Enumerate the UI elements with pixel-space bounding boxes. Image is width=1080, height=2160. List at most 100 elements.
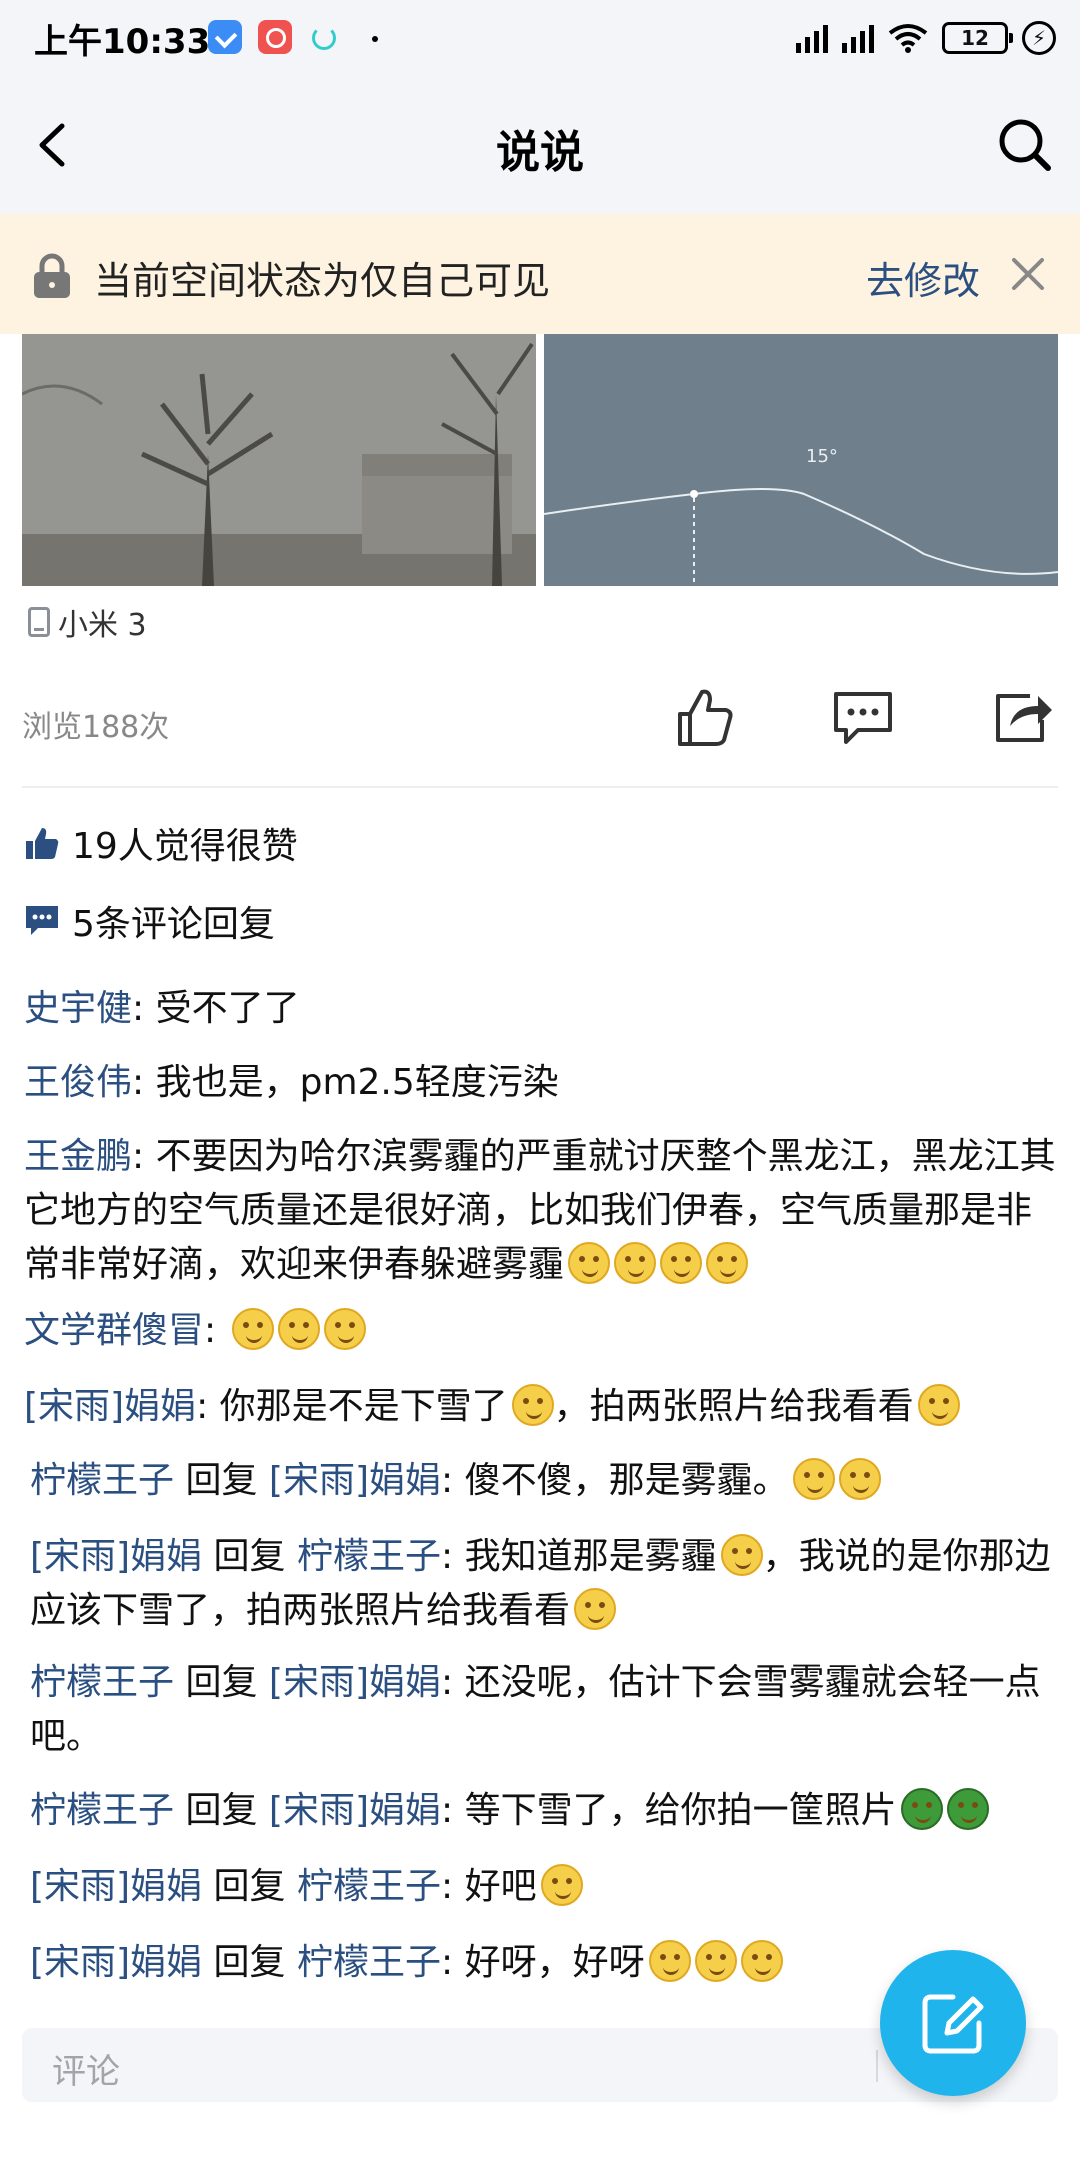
close-icon (1012, 258, 1044, 290)
comment-text: : 受不了了 (132, 988, 300, 1029)
battery-icon: 12 (942, 22, 1013, 54)
phone-icon (28, 607, 50, 637)
comment-author[interactable]: [宋雨]娟娟 (24, 1386, 196, 1427)
reply-verb: 回复 (174, 1790, 269, 1831)
comment-text: : (204, 1310, 228, 1351)
reply-author[interactable]: [宋雨]娟娟 (30, 1942, 202, 1983)
reply-text: : 好吧 (441, 1866, 537, 1907)
comment-icon (834, 692, 892, 744)
share-icon (996, 694, 1052, 742)
reply-author[interactable]: [宋雨]娟娟 (30, 1536, 202, 1577)
nav-bar: 说说 (0, 80, 1080, 214)
comment-item[interactable]: 王俊伟: 我也是，pm2.5轻度污染 (24, 1056, 1060, 1110)
photo-grid: 15° (22, 334, 1058, 586)
surprised-emoji-icon (574, 1588, 617, 1630)
device-info: 小米 3 (28, 600, 147, 644)
reply-target[interactable]: 柠檬王子 (297, 1536, 441, 1577)
comment-author[interactable]: 王金鹏 (24, 1136, 132, 1177)
surprised-emoji-icon (231, 1308, 274, 1350)
privacy-notice-banner: 当前空间状态为仅自己可见 去修改 (0, 214, 1080, 334)
notice-close-button[interactable] (1000, 246, 1056, 302)
reply-text: : 好呀，好呀 (441, 1942, 645, 1983)
reply-text: : 我知道那是雾霾 (441, 1536, 717, 1577)
smile-emoji-icon (568, 1242, 611, 1284)
likes-text: 19人觉得很赞 (72, 826, 298, 867)
comments-count: 5条评论回复 (72, 904, 275, 945)
thumbs-up-icon (678, 689, 733, 746)
post-detail: 15° 小米 3 浏览188次 19人觉得很赞 5条评论回复 史宇健: 受不了了… (0, 334, 1080, 2160)
reply-item[interactable]: [宋雨]娟娟 回复 柠檬王子: 我知道那是雾霾 ，我说的是你那边应该下雪了，拍两张… (30, 1530, 1060, 1638)
signal-icon (796, 23, 828, 53)
surprised-emoji-icon (277, 1308, 320, 1350)
confused-emoji-icon (720, 1534, 763, 1576)
shy-emoji-icon (740, 1940, 783, 1982)
more-notifications-icon (372, 36, 378, 42)
reply-target[interactable]: 柠檬王子 (297, 1866, 441, 1907)
scared-emoji-icon (917, 1384, 960, 1426)
reply-author[interactable]: 柠檬王子 (30, 1790, 174, 1831)
smile-emoji-icon (660, 1242, 703, 1284)
compose-icon (922, 1994, 984, 2054)
notice-text: 当前空间状态为仅自己可见 (94, 259, 551, 303)
reply-author[interactable]: [宋雨]娟娟 (30, 1866, 202, 1907)
thumbs-up-icon (26, 828, 59, 859)
like-button[interactable] (672, 684, 738, 750)
status-time: 上午10:33 (34, 22, 211, 62)
smile-emoji-icon (706, 1242, 749, 1284)
share-button[interactable] (990, 684, 1056, 750)
reply-target[interactable]: 柠檬王子 (297, 1942, 441, 1983)
photo-smog[interactable] (22, 334, 536, 586)
sweat-emoji-icon (792, 1458, 835, 1500)
comment-item[interactable]: 文学群傻冒: (24, 1304, 1060, 1358)
divider (22, 786, 1058, 788)
modify-link[interactable]: 去修改 (866, 250, 980, 305)
reply-verb: 回复 (174, 1662, 269, 1703)
turtle-emoji-icon (946, 1788, 989, 1830)
comment-item[interactable]: 史宇健: 受不了了 (24, 982, 1060, 1036)
reply-author[interactable]: 柠檬王子 (30, 1662, 174, 1703)
sync-icon (312, 26, 336, 50)
comment-item[interactable]: 王金鹏: 不要因为哈尔滨雾霾的严重就讨厌整个黑龙江，黑龙江其它地方的空气质量还是… (24, 1130, 1060, 1292)
view-count: 浏览188次 (22, 710, 170, 745)
comment-icon (26, 906, 58, 935)
comment-text: : 不要因为哈尔滨雾霾的严重就讨厌整个黑龙江，黑龙江其它地方的空气质量还是很好滴… (24, 1136, 1056, 1285)
compose-button[interactable] (880, 1950, 1026, 2096)
dizzy-emoji-icon (511, 1384, 554, 1426)
comment-text-continued: ，拍两张照片给我看看 (553, 1386, 914, 1427)
reply-target[interactable]: [宋雨]娟娟 (269, 1460, 441, 1501)
smile-emoji-icon (614, 1242, 657, 1284)
app-notification-icon (208, 20, 242, 54)
comment-text: : 我也是，pm2.5轻度污染 (132, 1062, 559, 1103)
reply-target[interactable]: [宋雨]娟娟 (269, 1662, 441, 1703)
reply-verb: 回复 (174, 1460, 269, 1501)
likes-summary[interactable]: 19人觉得很赞 (24, 818, 298, 868)
comment-author[interactable]: 王俊伟 (24, 1062, 132, 1103)
reply-author[interactable]: 柠檬王子 (30, 1460, 174, 1501)
comment-author[interactable]: 文学群傻冒 (24, 1310, 204, 1351)
surprised-emoji-icon (323, 1308, 366, 1350)
search-icon (999, 119, 1051, 171)
charging-icon: ⚡ (1022, 21, 1056, 55)
photo-weather-chart[interactable]: 15° (544, 334, 1058, 586)
reply-item[interactable]: 柠檬王子 回复 [宋雨]娟娟: 还没呢，估计下会雪雾霾就会轻一点吧。 (30, 1656, 1060, 1764)
comment-item[interactable]: [宋雨]娟娟: 你那是不是下雪了 ，拍两张照片给我看看 (24, 1380, 1060, 1434)
reply-item[interactable]: 柠檬王子 回复 [宋雨]娟娟: 傻不傻，那是雾霾。 (30, 1454, 1066, 1508)
music-app-icon (258, 20, 292, 54)
device-label: 小米 3 (58, 608, 147, 643)
turtle-emoji-icon (900, 1788, 943, 1830)
search-button[interactable] (990, 110, 1060, 180)
signal-icon (842, 23, 874, 53)
page-title: 说说 (496, 127, 584, 178)
input-divider (876, 2050, 878, 2082)
reply-text: : 傻不傻，那是雾霾。 (441, 1460, 789, 1501)
reply-verb: 回复 (202, 1866, 297, 1907)
sweat-emoji-icon (838, 1458, 881, 1500)
comment-author[interactable]: 史宇健 (24, 988, 132, 1029)
reply-target[interactable]: [宋雨]娟娟 (269, 1790, 441, 1831)
status-bar: 上午10:33 12 ⚡ (0, 0, 1080, 80)
comment-button[interactable] (830, 684, 896, 750)
wifi-icon (888, 24, 928, 53)
smog-scene-image (22, 334, 536, 586)
reply-item[interactable]: [宋雨]娟娟 回复 柠檬王子: 好吧 (30, 1860, 1066, 1914)
reply-item[interactable]: 柠檬王子 回复 [宋雨]娟娟: 等下雪了，给你拍一筐照片 (30, 1784, 1066, 1838)
